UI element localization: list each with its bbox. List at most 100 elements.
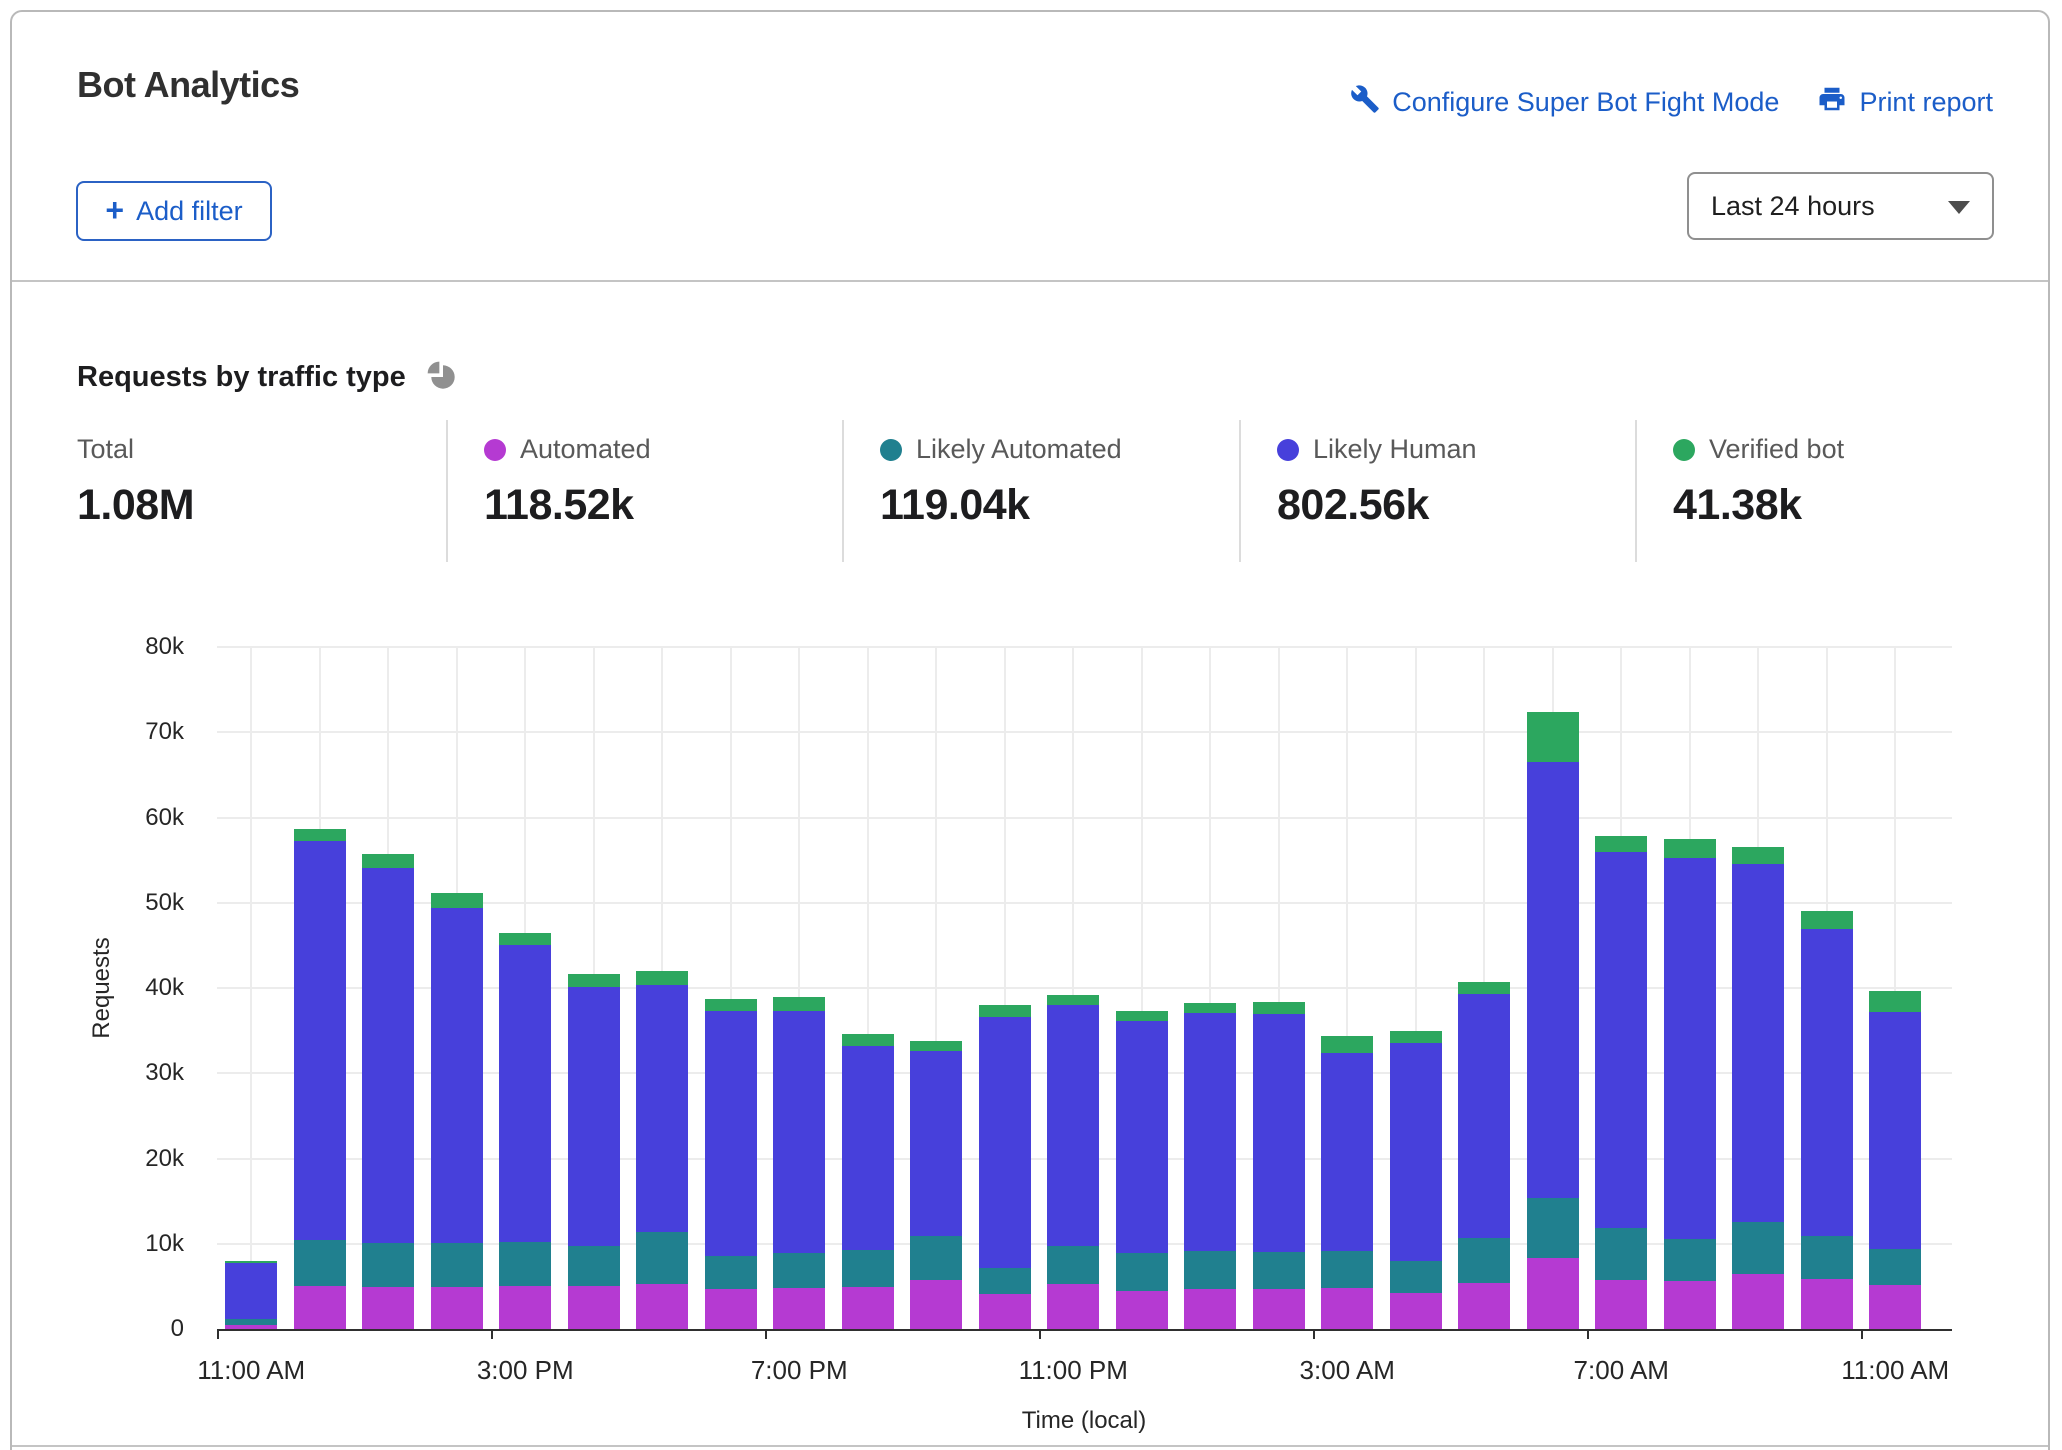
stat-likely-human: Likely Human802.56k (1239, 420, 1635, 562)
add-filter-button[interactable]: + Add filter (76, 181, 272, 241)
bar-segment-likely-automated (568, 1246, 620, 1286)
bar-segment-verified-bot (568, 974, 620, 987)
bar-10-00-pm[interactable] (979, 647, 1031, 1329)
stat-value: 41.38k (1673, 481, 1992, 530)
bar-segment-likely-automated (1458, 1238, 1510, 1283)
bar-11-00-pm[interactable] (1047, 647, 1099, 1329)
bar-segment-automated (1321, 1288, 1373, 1329)
bar-segment-verified-bot (1253, 1002, 1305, 1014)
card-header: Bot Analytics Configure Super Bot Fight … (12, 12, 2048, 282)
bar-segment-likely-human (431, 908, 483, 1243)
bar-segment-likely-automated (1390, 1261, 1442, 1293)
bottom-divider (12, 1445, 2048, 1447)
bar-segment-verified-bot (499, 933, 551, 945)
bar-segment-likely-human (1184, 1013, 1236, 1252)
bar-segment-likely-human (1732, 864, 1784, 1223)
bar-segment-verified-bot (1047, 995, 1099, 1005)
bar-segment-likely-human (842, 1046, 894, 1250)
bar-segment-verified-bot (1732, 847, 1784, 864)
bar-segment-likely-human (1664, 858, 1716, 1239)
legend-dot (1277, 439, 1299, 461)
bar-segment-verified-bot (225, 1261, 277, 1264)
bar-segment-verified-bot (842, 1034, 894, 1046)
bar-segment-automated (568, 1286, 620, 1329)
bar-12-00-pm[interactable] (294, 647, 346, 1329)
bar-1-00-am[interactable] (1184, 647, 1236, 1329)
bar-segment-likely-human (1321, 1053, 1373, 1251)
y-tick-label: 40k (12, 974, 184, 1002)
bar-segment-verified-bot (1801, 911, 1853, 929)
x-tick (1039, 1329, 1041, 1339)
time-range-select[interactable]: Last 24 hours (1687, 172, 1994, 240)
bar-segment-likely-human (1390, 1043, 1442, 1261)
bar-1-00-pm[interactable] (362, 647, 414, 1329)
page: Bot Analytics Configure Super Bot Fight … (0, 0, 2062, 1450)
bar-9-00-am[interactable] (1732, 647, 1784, 1329)
x-tick-label: 11:00 PM (983, 1355, 1163, 1386)
bar-5-00-am[interactable] (1458, 647, 1510, 1329)
configure-super-bot-fight-mode-link[interactable]: Configure Super Bot Fight Mode (1350, 84, 1779, 121)
pie-chart-icon (424, 358, 462, 396)
bar-segment-likely-automated (1184, 1251, 1236, 1289)
bar-3-00-am[interactable] (1321, 647, 1373, 1329)
bar-segment-automated (1527, 1258, 1579, 1329)
bar-7-00-pm[interactable] (773, 647, 825, 1329)
bar-2-00-pm[interactable] (431, 647, 483, 1329)
bar-12-00-am[interactable] (1116, 647, 1168, 1329)
add-filter-label: Add filter (136, 196, 243, 227)
y-tick-label: 30k (12, 1059, 184, 1087)
bar-10-00-am[interactable] (1801, 647, 1853, 1329)
stat-label: Likely Automated (916, 434, 1122, 465)
stat-label: Verified bot (1709, 434, 1844, 465)
bar-segment-likely-automated (1527, 1198, 1579, 1259)
bar-segment-verified-bot (1184, 1003, 1236, 1013)
bar-segment-likely-human (225, 1263, 277, 1318)
bar-segment-verified-bot (1458, 982, 1510, 994)
bar-segment-likely-human (294, 841, 346, 1240)
bar-segment-automated (1116, 1291, 1168, 1329)
bar-4-00-am[interactable] (1390, 647, 1442, 1329)
bar-segment-verified-bot (1595, 836, 1647, 851)
bar-8-00-pm[interactable] (842, 647, 894, 1329)
bar-2-00-am[interactable] (1253, 647, 1305, 1329)
bar-11-00-am[interactable] (225, 647, 277, 1329)
stat-value: 1.08M (77, 481, 446, 530)
bar-segment-likely-automated (1869, 1249, 1921, 1285)
x-tick-label: 7:00 AM (1531, 1355, 1711, 1386)
bar-segment-automated (1732, 1274, 1784, 1329)
bar-11-00-am[interactable] (1869, 647, 1921, 1329)
print-report-link[interactable]: Print report (1817, 84, 1993, 121)
bar-segment-likely-automated (705, 1256, 757, 1289)
stat-likely-automated: Likely Automated 119.04k (842, 420, 1239, 562)
bar-segment-likely-human (1458, 994, 1510, 1238)
x-tick (1861, 1329, 1863, 1339)
bar-segment-verified-bot (1869, 991, 1921, 1012)
bar-segment-automated (705, 1289, 757, 1329)
bar-3-00-pm[interactable] (499, 647, 551, 1329)
wrench-icon (1350, 84, 1380, 121)
bar-6-00-am[interactable] (1527, 647, 1579, 1329)
bar-segment-automated (1801, 1279, 1853, 1329)
bar-segment-automated (842, 1287, 894, 1329)
legend-dot (880, 439, 902, 461)
bar-8-00-am[interactable] (1664, 647, 1716, 1329)
bar-7-00-am[interactable] (1595, 647, 1647, 1329)
bar-segment-likely-human (499, 945, 551, 1243)
time-range-value: Last 24 hours (1711, 191, 1875, 222)
page-title: Bot Analytics (77, 64, 299, 106)
bar-segment-likely-automated (1116, 1253, 1168, 1291)
bar-9-00-pm[interactable] (910, 647, 962, 1329)
legend-dot (484, 439, 506, 461)
bar-segment-verified-bot (1321, 1036, 1373, 1053)
bar-segment-likely-automated (979, 1268, 1031, 1294)
x-tick (217, 1329, 219, 1339)
bar-5-00-pm[interactable] (636, 647, 688, 1329)
bar-segment-likely-automated (773, 1253, 825, 1288)
stat-value: 118.52k (484, 481, 842, 530)
bar-segment-likely-human (1595, 852, 1647, 1229)
stat-value: 119.04k (880, 481, 1239, 530)
y-tick-label: 10k (12, 1230, 184, 1258)
bar-segment-likely-automated (842, 1250, 894, 1288)
bar-6-00-pm[interactable] (705, 647, 757, 1329)
bar-4-00-pm[interactable] (568, 647, 620, 1329)
